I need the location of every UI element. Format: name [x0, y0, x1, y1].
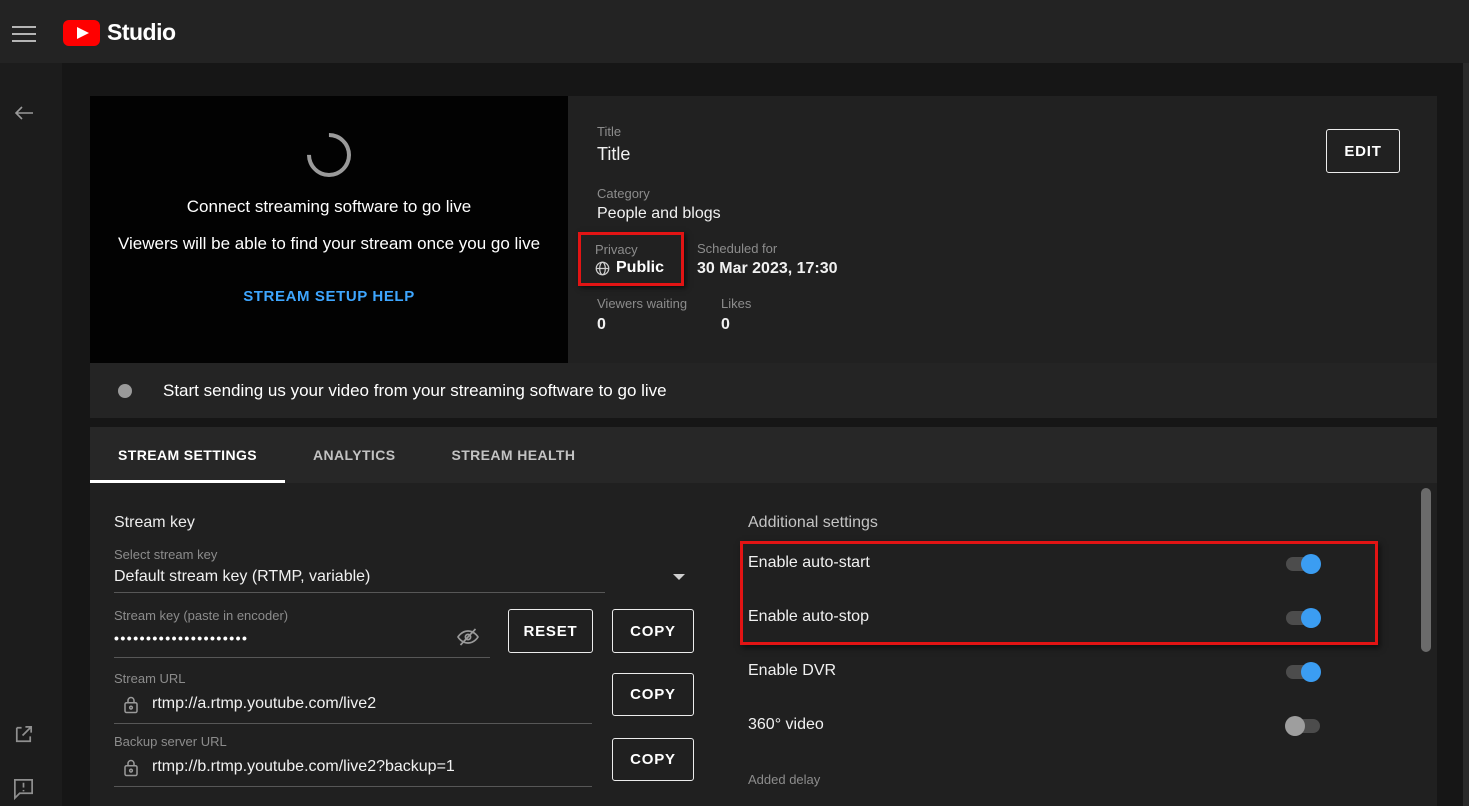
stream-info-card: Connect streaming software to go live Vi… — [90, 96, 1437, 418]
stream-key-masked-value[interactable]: ••••••••••••••••••••• — [114, 630, 248, 646]
title-label: Title — [597, 124, 621, 139]
toggle-label-auto-start: Enable auto-start — [748, 554, 870, 572]
preview-viewers-text: Viewers will be able to find your stream… — [90, 234, 568, 254]
brand-text: Studio — [107, 19, 176, 46]
tab-stream-health[interactable]: STREAM HEALTH — [423, 427, 603, 483]
stream-url-value[interactable]: rtmp://a.rtmp.youtube.com/live2 — [152, 695, 376, 713]
toggle-label-auto-stop: Enable auto-stop — [748, 608, 869, 626]
scheduled-for-value: 30 Mar 2023, 17:30 — [697, 260, 838, 278]
globe-icon — [595, 261, 610, 276]
youtube-play-icon — [63, 20, 100, 46]
lock-icon — [122, 695, 140, 715]
tab-bar: STREAM SETTINGS ANALYTICS STREAM HEALTH — [90, 427, 1437, 483]
stream-preview-player: Connect streaming software to go live Vi… — [90, 96, 568, 363]
title-value: Title — [597, 144, 630, 165]
toggle-label-enable-dvr: Enable DVR — [748, 662, 836, 680]
copy-stream-url-button[interactable]: COPY — [612, 673, 694, 716]
likes-label: Likes — [721, 296, 751, 311]
backup-server-url-label: Backup server URL — [114, 734, 227, 749]
stream-setup-help-link[interactable]: STREAM SETUP HELP — [90, 288, 568, 305]
additional-settings-heading: Additional settings — [748, 514, 878, 532]
privacy-value: Public — [616, 259, 664, 277]
open-in-new-icon[interactable] — [12, 723, 38, 749]
youtube-studio-live-dashboard: Studio Connect streaming software to go … — [0, 0, 1469, 806]
window-scrollbar[interactable] — [1463, 63, 1469, 806]
chevron-down-icon[interactable] — [673, 574, 685, 580]
stream-url-label: Stream URL — [114, 671, 186, 686]
viewers-waiting-label: Viewers waiting — [597, 296, 687, 311]
stream-settings-card: STREAM SETTINGS ANALYTICS STREAM HEALTH … — [90, 427, 1437, 806]
lock-icon — [122, 758, 140, 778]
category-value: People and blogs — [597, 205, 721, 223]
toggle-label-360-video: 360° video — [748, 716, 824, 734]
stream-key-field-label: Stream key (paste in encoder) — [114, 608, 288, 623]
privacy-label: Privacy — [595, 242, 638, 257]
select-stream-key-label: Select stream key — [114, 547, 217, 562]
youtube-studio-logo[interactable]: Studio — [63, 19, 176, 46]
viewers-waiting-value: 0 — [597, 316, 606, 334]
toggle-enable-dvr[interactable] — [1286, 665, 1320, 679]
toggle-enable-auto-stop[interactable] — [1286, 611, 1320, 625]
backup-server-url-value[interactable]: rtmp://b.rtmp.youtube.com/live2?backup=1 — [152, 758, 455, 776]
stream-key-select[interactable]: Default stream key (RTMP, variable) — [114, 568, 370, 586]
status-message: Start sending us your video from your st… — [163, 381, 667, 401]
send-feedback-icon[interactable] — [12, 777, 38, 803]
loading-spinner-icon — [298, 124, 360, 186]
toggle-enable-auto-start[interactable] — [1286, 557, 1320, 571]
tab-analytics[interactable]: ANALYTICS — [285, 427, 423, 483]
category-label: Category — [597, 186, 650, 201]
preview-connect-text: Connect streaming software to go live — [90, 197, 568, 217]
stream-status-bar: Start sending us your video from your st… — [90, 363, 1437, 418]
back-arrow-icon[interactable] — [12, 101, 38, 127]
settings-scrollbar-thumb[interactable] — [1421, 488, 1431, 652]
reset-stream-key-button[interactable]: RESET — [508, 609, 593, 653]
status-dot-icon — [118, 384, 132, 398]
copy-stream-key-button[interactable]: COPY — [612, 609, 694, 653]
likes-value: 0 — [721, 316, 730, 334]
hamburger-menu-icon[interactable] — [12, 21, 36, 41]
scheduled-for-label: Scheduled for — [697, 241, 777, 256]
stream-key-heading: Stream key — [114, 514, 195, 532]
toggle-360-video[interactable] — [1286, 719, 1320, 733]
left-sidebar — [0, 63, 62, 806]
edit-button[interactable]: EDIT — [1326, 129, 1400, 173]
copy-backup-url-button[interactable]: COPY — [612, 738, 694, 781]
top-bar: Studio — [0, 0, 1469, 63]
show-hide-key-icon[interactable] — [456, 625, 480, 649]
privacy-annotation-box: Privacy Public — [578, 232, 684, 286]
added-delay-label: Added delay — [748, 772, 820, 787]
tab-stream-settings[interactable]: STREAM SETTINGS — [90, 427, 285, 483]
